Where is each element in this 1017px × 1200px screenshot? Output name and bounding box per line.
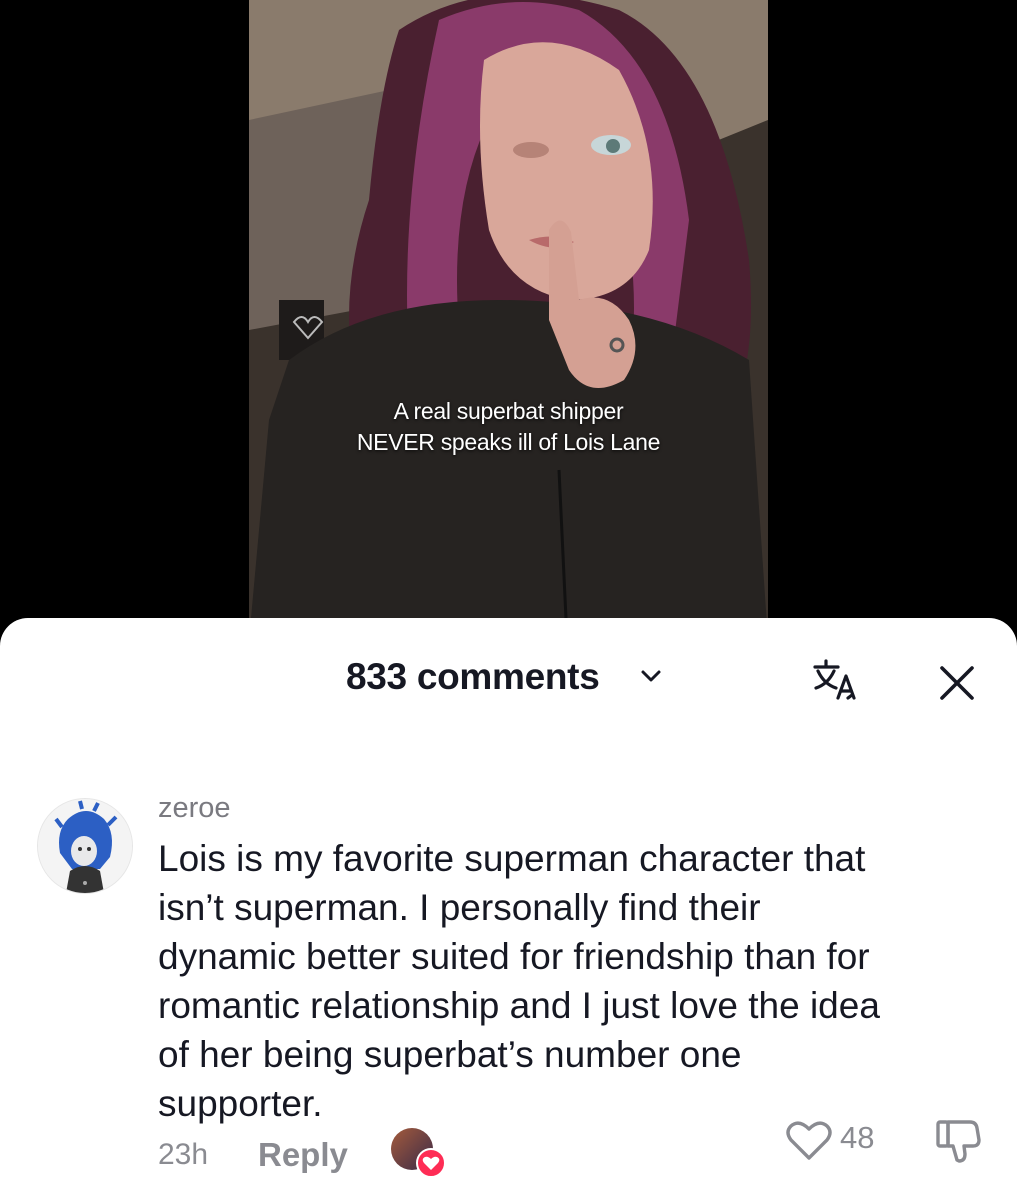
caption-line-1: A real superbat shipper — [393, 398, 624, 424]
comment-text: Lois is my favorite superman character t… — [158, 834, 988, 1128]
video-frame-image — [249, 0, 768, 640]
translate-icon[interactable] — [812, 658, 860, 702]
comment-meta: 23h Reply 48 — [158, 1120, 1017, 1186]
video-caption: A real superbat shipper NEVER speaks ill… — [249, 396, 768, 458]
creator-heart-icon — [416, 1148, 446, 1178]
comment-username[interactable]: zeroe — [158, 792, 231, 825]
comment-line: romantic relationship and I just love th… — [158, 985, 880, 1026]
reply-button[interactable]: Reply — [258, 1136, 348, 1174]
close-icon[interactable] — [938, 664, 976, 702]
heart-outline-icon[interactable] — [784, 1118, 834, 1162]
video-player[interactable]: A real superbat shipper NEVER speaks ill… — [249, 0, 768, 640]
comments-count-title[interactable]: 833 comments — [346, 656, 600, 698]
avatar[interactable] — [37, 798, 133, 894]
like-count: 48 — [840, 1120, 875, 1155]
tiktok-comments-screen: A real superbat shipper NEVER speaks ill… — [0, 0, 1017, 1200]
caption-line-2: NEVER speaks ill of Lois Lane — [356, 429, 661, 455]
comment-line: isn’t superman. I personally find their — [158, 887, 761, 928]
thumbs-down-icon[interactable] — [934, 1116, 984, 1166]
comments-sheet: 833 comments zeroe Lois is my favorite s… — [0, 618, 1017, 1200]
comment-timestamp: 23h — [158, 1138, 209, 1171]
comment-line: of her being superbat’s number one — [158, 1034, 742, 1075]
avatar-image — [38, 799, 132, 893]
chevron-down-icon[interactable] — [640, 668, 662, 684]
comment-line: Lois is my favorite superman character t… — [158, 838, 866, 879]
comment-line: dynamic better suited for friendship tha… — [158, 936, 870, 977]
comments-header: 833 comments — [0, 652, 1017, 702]
